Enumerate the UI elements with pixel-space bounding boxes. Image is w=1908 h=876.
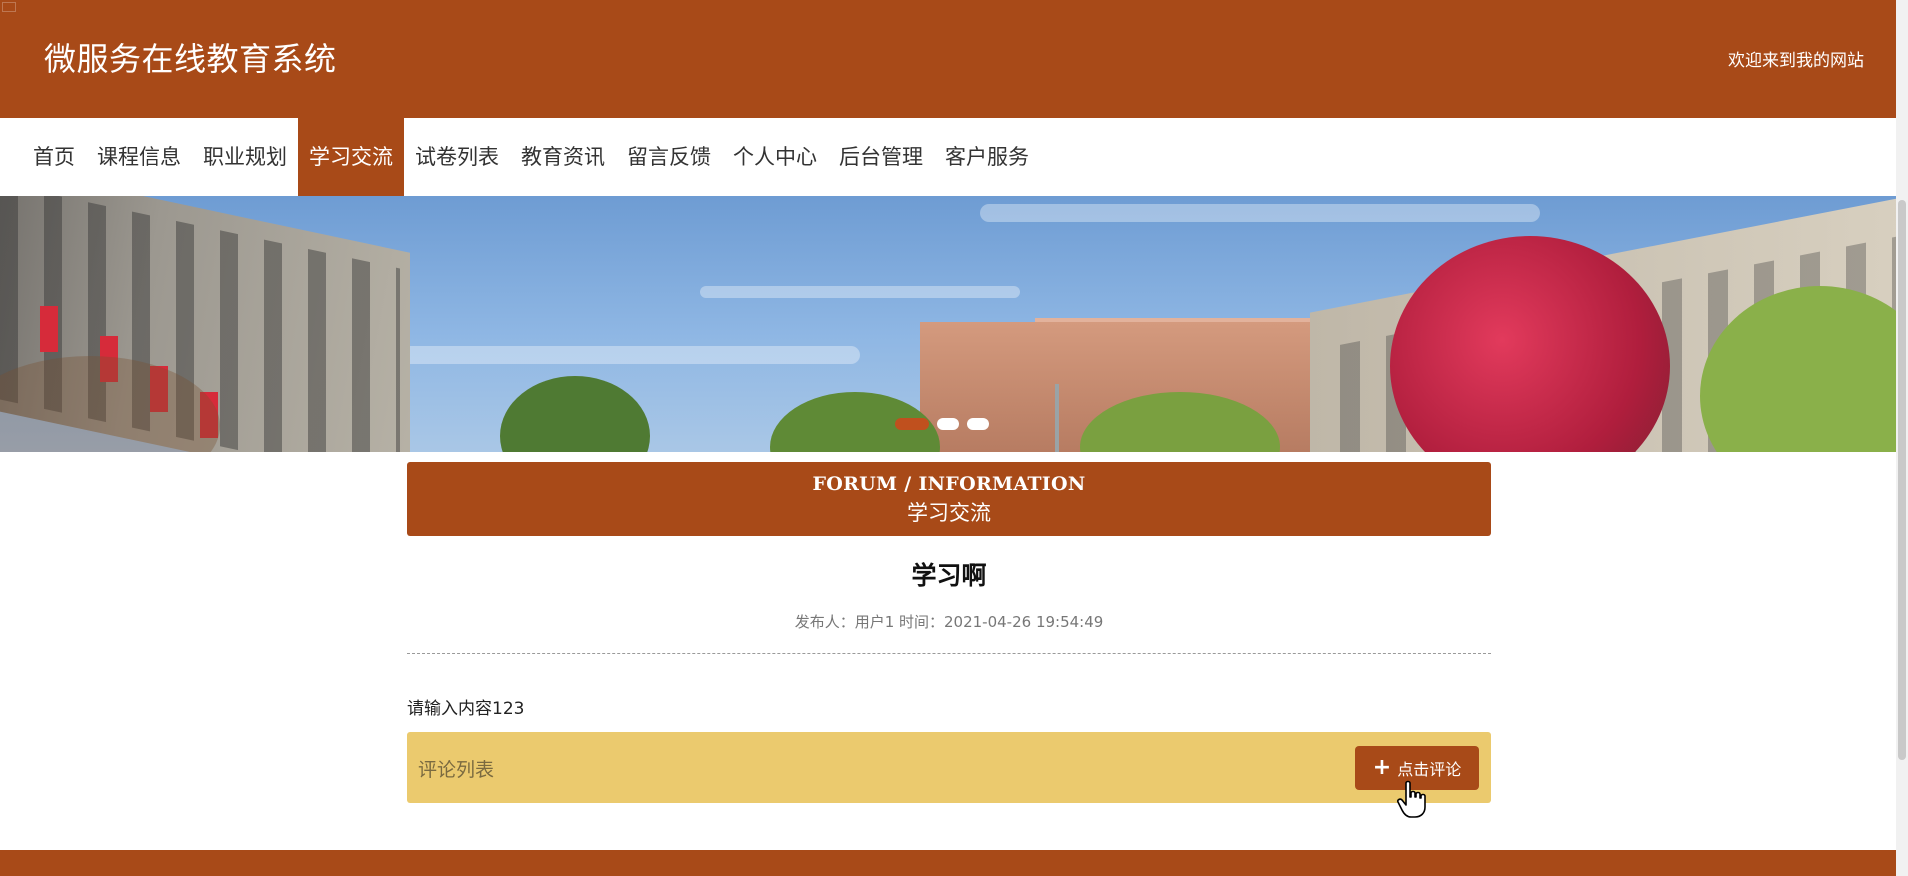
nav-item-courses[interactable]: 课程信息	[86, 118, 192, 196]
nav-item-education-news[interactable]: 教育资讯	[510, 118, 616, 196]
carousel-dot-3[interactable]	[967, 418, 989, 430]
nav-item-feedback[interactable]: 留言反馈	[616, 118, 722, 196]
add-comment-label: 点击评论	[1397, 760, 1462, 779]
corner-mark	[2, 2, 16, 12]
section-title-cn: 学习交流	[907, 501, 991, 525]
main-nav: 首页 课程信息 职业规划 学习交流 试卷列表 教育资讯 留言反馈 个人中心 后台…	[0, 118, 1896, 196]
site-header: 微服务在线教育系统 欢迎来到我的网站	[0, 0, 1896, 118]
carousel-indicators	[0, 418, 1896, 430]
banner-carousel[interactable]	[0, 196, 1896, 452]
divider	[407, 653, 1491, 654]
carousel-dot-1[interactable]	[895, 418, 929, 430]
nav-item-customer-service[interactable]: 客户服务	[934, 118, 1040, 196]
site-title[interactable]: 微服务在线教育系统	[44, 34, 337, 80]
welcome-text: 欢迎来到我的网站	[1728, 51, 1864, 71]
section-title-en: FORUM / INFORMATION	[812, 473, 1086, 495]
nav-item-personal-center[interactable]: 个人中心	[722, 118, 828, 196]
post-content: 请输入内容123	[407, 699, 525, 719]
hand-cursor-icon	[1397, 780, 1426, 818]
banner-image	[0, 196, 1896, 452]
nav-item-forum[interactable]: 学习交流	[298, 118, 404, 196]
footer	[0, 850, 1896, 876]
section-header: FORUM / INFORMATION 学习交流	[407, 462, 1491, 536]
plus-icon: +	[1372, 755, 1392, 780]
scrollbar-thumb[interactable]	[1898, 200, 1906, 760]
nav-item-home[interactable]: 首页	[22, 118, 86, 196]
post-title: 学习啊	[911, 561, 987, 590]
carousel-dot-2[interactable]	[937, 418, 959, 430]
nav-item-admin[interactable]: 后台管理	[828, 118, 934, 196]
comment-list-bar: 评论列表 + 点击评论	[407, 732, 1491, 803]
nav-item-career-planning[interactable]: 职业规划	[192, 118, 298, 196]
nav-item-exam-list[interactable]: 试卷列表	[404, 118, 510, 196]
post-meta: 发布人：用户1 时间：2021-04-26 19:54:49	[794, 613, 1104, 631]
comment-list-label: 评论列表	[418, 759, 495, 781]
page-scrollbar[interactable]	[1896, 0, 1908, 876]
